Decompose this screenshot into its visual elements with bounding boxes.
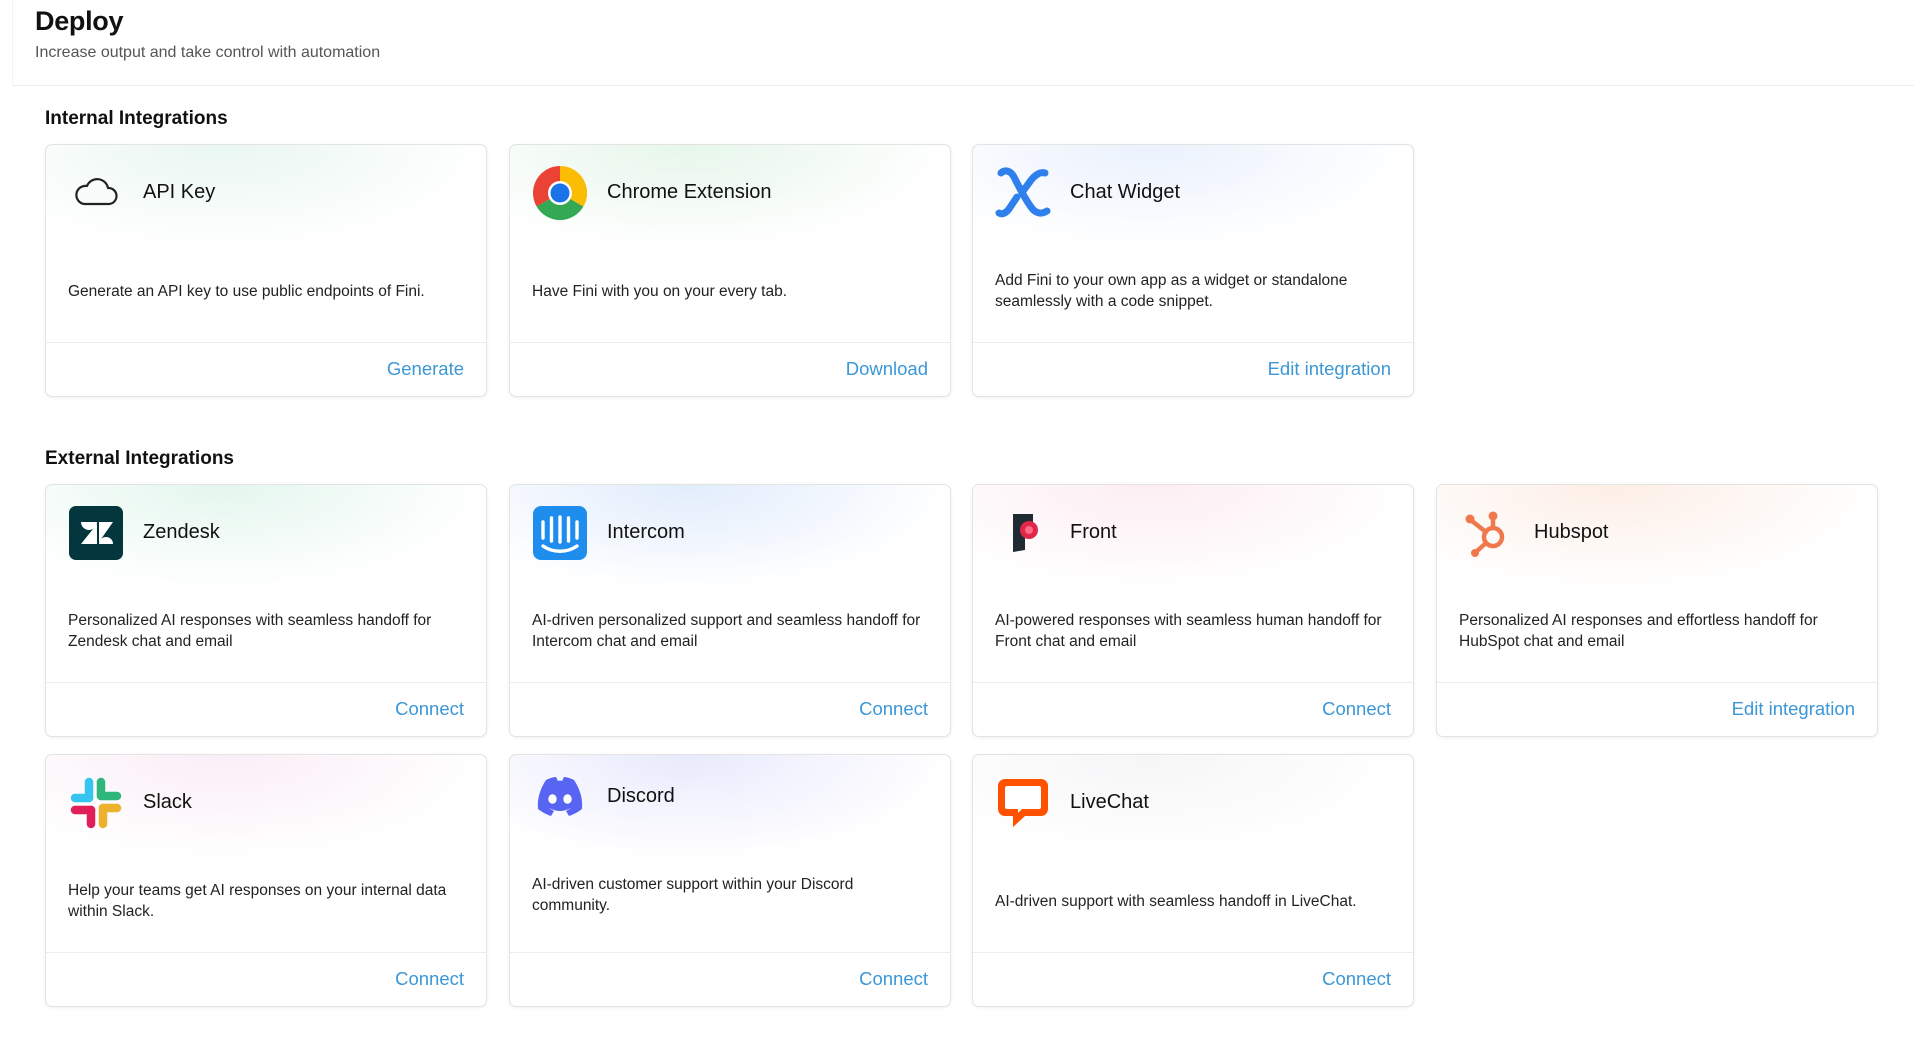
card-description: Personalized AI responses with seamless … (68, 612, 432, 650)
card-discord: Discord AI-driven customer support withi… (509, 754, 951, 1007)
card-title: Chat Widget (1070, 181, 1181, 203)
card-description: Add Fini to your own app as a widget or … (995, 272, 1348, 310)
card-title: Intercom (607, 521, 685, 543)
connect-button[interactable]: Connect (1322, 968, 1391, 990)
card-description: AI-driven customer support within your D… (532, 876, 854, 914)
front-icon (995, 505, 1051, 561)
external-integrations-heading: External Integrations (45, 448, 234, 469)
livechat-icon (995, 775, 1051, 831)
card-intercom: Intercom AI-driven personalized support … (509, 484, 951, 737)
card-footer: Edit integration (973, 342, 1413, 396)
connect-button[interactable]: Connect (1322, 698, 1391, 720)
card-description: AI-driven support with seamless handoff … (995, 892, 1357, 910)
card-footer: Connect (973, 682, 1413, 736)
card-description: Generate an API key to use public endpoi… (68, 282, 425, 300)
internal-integrations-heading: Internal Integrations (45, 108, 228, 129)
page-subtitle: Increase output and take control with au… (35, 44, 381, 61)
card-chat-widget: Chat Widget Add Fini to your own app as … (972, 144, 1414, 397)
connect-button[interactable]: Connect (395, 698, 464, 720)
intercom-icon (532, 505, 588, 561)
card-footer: Connect (510, 952, 950, 1006)
card-title: Front (1070, 521, 1117, 543)
card-description: Personalized AI responses and effortless… (1459, 612, 1818, 650)
card-description: AI-powered responses with seamless human… (995, 612, 1382, 650)
card-footer: Connect (973, 952, 1413, 1006)
connect-button[interactable]: Connect (395, 968, 464, 990)
card-title: Chrome Extension (607, 181, 772, 203)
cloud-icon (68, 165, 124, 221)
card-description: Have Fini with you on your every tab. (532, 282, 788, 300)
card-description: AI-driven personalized support and seaml… (532, 612, 921, 650)
chrome-icon (532, 165, 588, 221)
page-header: Deploy Increase output and take control … (12, 0, 1914, 86)
card-footer: Connect (510, 682, 950, 736)
card-zendesk: Zendesk Personalized AI responses with s… (45, 484, 487, 737)
card-description: Help your teams get AI responses on your… (68, 882, 447, 920)
card-title: Zendesk (143, 521, 220, 543)
slack-icon (68, 775, 124, 831)
card-title: Discord (607, 785, 675, 807)
card-front: Front AI-powered responses with seamless… (972, 484, 1414, 737)
card-footer: Download (510, 342, 950, 396)
zendesk-icon (68, 505, 124, 561)
connect-button[interactable]: Connect (859, 698, 928, 720)
edit-integration-button[interactable]: Edit integration (1732, 698, 1855, 720)
card-livechat: LiveChat AI-driven support with seamless… (972, 754, 1414, 1007)
edit-integration-button[interactable]: Edit integration (1268, 358, 1391, 380)
card-title: Hubspot (1534, 521, 1609, 543)
card-footer: Connect (46, 682, 486, 736)
connect-button[interactable]: Connect (859, 968, 928, 990)
card-title: Slack (143, 791, 192, 813)
card-chrome-extension: Chrome Extension Have Fini with you on y… (509, 144, 951, 397)
fini-logo-icon (995, 165, 1051, 221)
card-footer: Connect (46, 952, 486, 1006)
card-slack: Slack Help your teams get AI responses o… (45, 754, 487, 1007)
discord-icon (532, 769, 588, 825)
page-title: Deploy (35, 6, 124, 36)
hubspot-icon (1459, 505, 1515, 561)
generate-button[interactable]: Generate (387, 358, 464, 380)
card-footer: Generate (46, 342, 486, 396)
card-hubspot: Hubspot Personalized AI responses and ef… (1436, 484, 1878, 737)
card-footer: Edit integration (1437, 682, 1877, 736)
card-title: API Key (143, 181, 216, 203)
card-title: LiveChat (1070, 791, 1149, 813)
card-api-key: API Key Generate an API key to use publi… (45, 144, 487, 397)
download-button[interactable]: Download (846, 358, 928, 380)
